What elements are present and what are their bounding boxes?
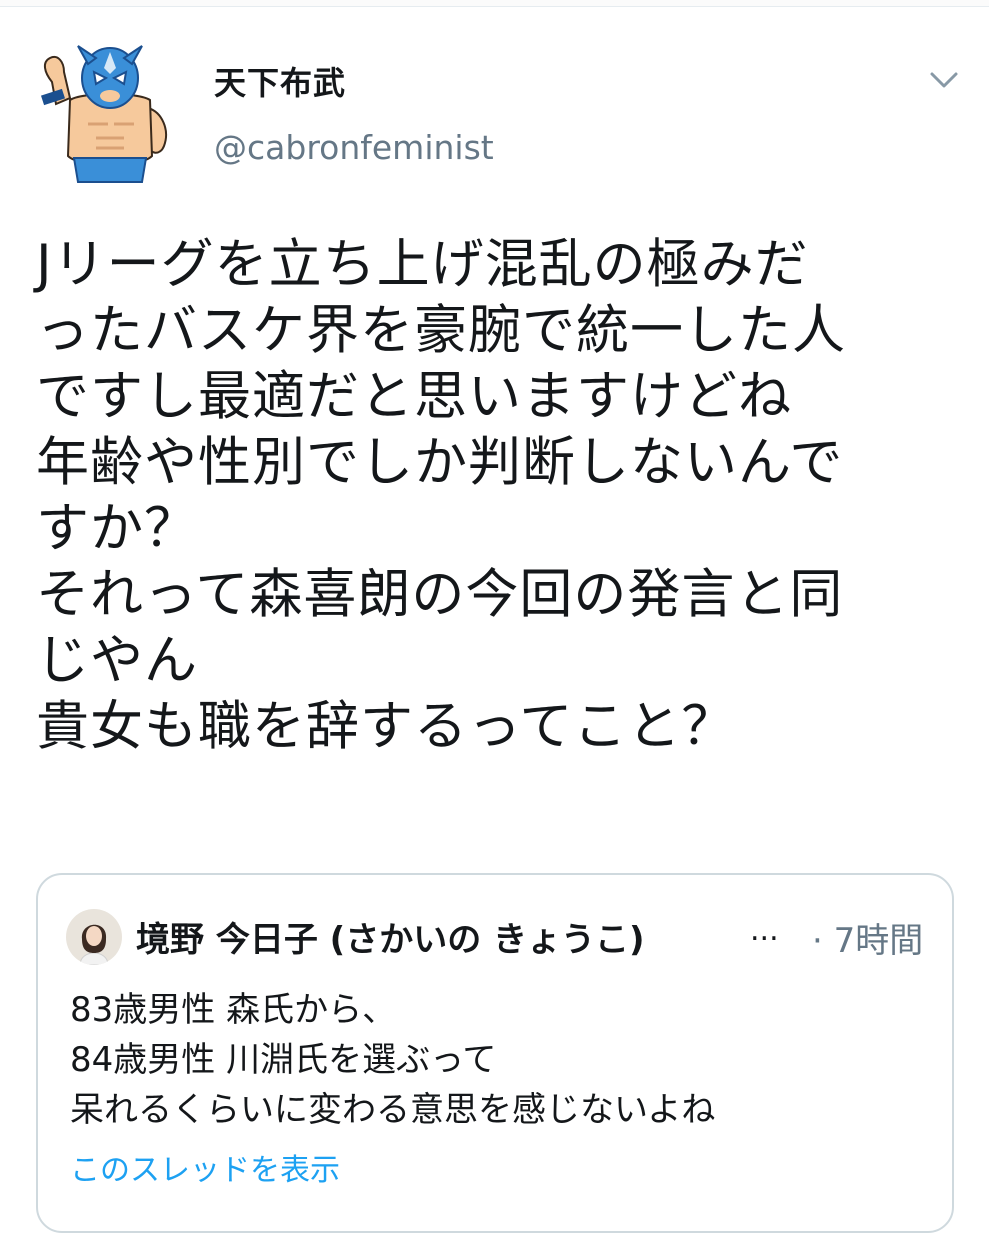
show-thread-link[interactable]: このスレッドを表示: [70, 1145, 340, 1189]
quoted-text-line: 84歳男性 川淵氏を選ぶって: [70, 1040, 497, 1080]
masked-wrestler-avatar-icon: [40, 45, 167, 183]
tweet-text-line: ですし最適だと思いますけどね: [36, 366, 792, 427]
tweet-text-line: すか？: [36, 498, 198, 559]
tweet-text-line: じやん: [36, 630, 198, 691]
author-display-name[interactable]: 天下布武: [214, 58, 346, 104]
quoted-tweet-card[interactable]: 境野 今日子 (さかいの きょうこ) ... · 7時間 83歳男性 森氏から、…: [36, 873, 954, 1233]
quoted-timestamp[interactable]: · 7時間: [812, 913, 923, 962]
chevron-down-icon: [930, 72, 958, 88]
tweet-text-line: ったバスケ界を豪腕で統一した人: [36, 300, 846, 361]
tweet-text-line: 年齢や性別でしか判断しないんで: [36, 432, 844, 493]
quoted-text-line: 呆れるくらいに変わる意思を感じないよね: [70, 1090, 716, 1130]
tweet-text-line: Jリーグを立ち上げ混乱の極みだ: [36, 234, 809, 295]
quoted-author-avatar[interactable]: [66, 909, 122, 965]
author-avatar[interactable]: [30, 38, 190, 190]
profile-photo-avatar-icon: [66, 909, 122, 965]
top-divider: [0, 0, 989, 7]
quoted-tweet-text: 83歳男性 森氏から、 84歳男性 川淵氏を選ぶって 呆れるくらいに変わる意思を…: [70, 985, 715, 1135]
quoted-author-name: 境野 今日子 (さかいの きょうこ): [136, 920, 645, 960]
tweet-text-line: 貴女も職を辞するってこと？: [36, 696, 736, 757]
name-truncation-ellipsis: ...: [750, 913, 779, 948]
quoted-text-line: 83歳男性 森氏から、: [70, 990, 397, 1030]
tweet-menu-button[interactable]: [926, 62, 962, 98]
tweet-text: Jリーグを立ち上げ混乱の極みだ ったバスケ界を豪腕で統一した人 ですし最適だと思…: [36, 232, 966, 760]
author-handle[interactable]: @cabronfeminist: [214, 128, 494, 167]
tweet-text-line: それって森喜朗の今回の発言と同: [36, 564, 844, 625]
